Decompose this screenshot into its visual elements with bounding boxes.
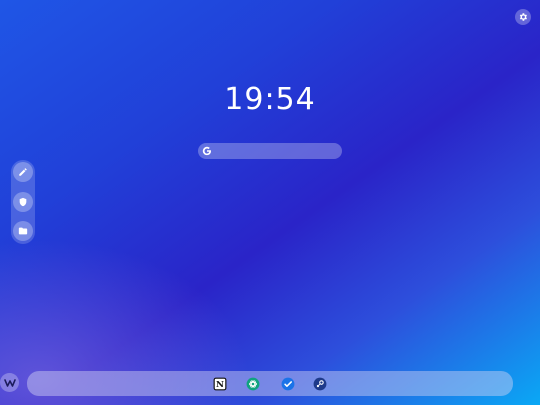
notion-icon: N bbox=[213, 377, 227, 391]
side-dock bbox=[11, 160, 35, 244]
notion-app[interactable]: N bbox=[213, 377, 227, 391]
tasks-app[interactable] bbox=[281, 377, 295, 391]
openai-app[interactable] bbox=[246, 377, 260, 391]
openai-icon bbox=[246, 377, 260, 391]
launcher-w-icon bbox=[3, 378, 16, 387]
search-bar[interactable] bbox=[198, 143, 342, 159]
pen-button[interactable] bbox=[13, 162, 33, 182]
shelf: N bbox=[27, 371, 513, 396]
gear-icon bbox=[519, 13, 527, 21]
shield-icon bbox=[19, 197, 27, 207]
check-icon bbox=[281, 377, 295, 391]
search-input[interactable] bbox=[198, 143, 342, 159]
notion-glyph: N bbox=[216, 380, 224, 390]
clock-time: 19:54 bbox=[224, 82, 316, 117]
pen-icon bbox=[19, 168, 27, 176]
satellite-icon bbox=[313, 377, 327, 391]
settings-button[interactable] bbox=[515, 9, 531, 25]
satellite-app[interactable] bbox=[313, 377, 327, 391]
launcher-button[interactable] bbox=[0, 373, 19, 392]
folder-icon bbox=[18, 227, 28, 235]
shield-button[interactable] bbox=[13, 192, 33, 212]
folder-button[interactable] bbox=[13, 221, 33, 241]
